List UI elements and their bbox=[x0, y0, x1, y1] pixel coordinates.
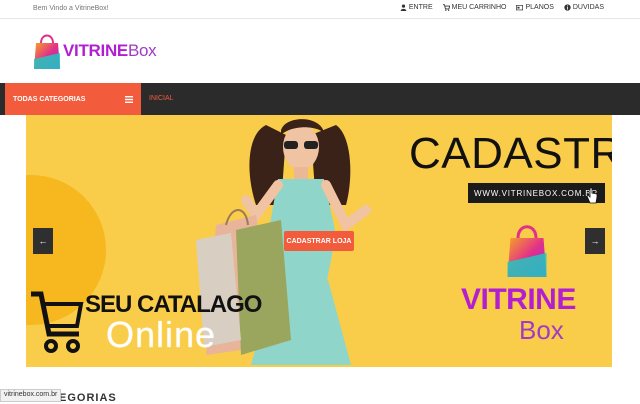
section-title-peek: EGORIAS bbox=[59, 392, 117, 404]
plans-link[interactable]: PLANOS bbox=[516, 4, 554, 11]
cart-link[interactable]: MEU CARRINHO bbox=[442, 4, 506, 11]
welcome-text: Bem Vindo a VitrineBox! bbox=[33, 5, 109, 12]
login-link[interactable]: ENTRE bbox=[400, 4, 433, 11]
card-icon bbox=[516, 5, 524, 11]
all-categories-button[interactable]: TODAS CATEGORIAS bbox=[5, 83, 141, 115]
banner-headline: CADASTRE bbox=[409, 129, 612, 178]
top-nav: ENTRE MEU CARRINHO PLANOS DUVIDAS bbox=[400, 4, 604, 11]
carousel-next-button[interactable]: → bbox=[585, 228, 605, 254]
register-store-button[interactable]: CADASTRAR LOJA bbox=[284, 231, 354, 251]
status-bar-url: vitrinebox.com.br bbox=[0, 389, 62, 402]
help-link[interactable]: DUVIDAS bbox=[564, 4, 604, 11]
shopping-cart-icon bbox=[31, 291, 84, 353]
main-navbar: TODAS CATEGORIAS INICIAL bbox=[0, 83, 640, 115]
user-icon bbox=[400, 4, 407, 11]
hand-pointer-icon bbox=[586, 187, 598, 204]
carousel-prev-button[interactable]: ← bbox=[33, 228, 53, 254]
shopping-bag-logo-icon bbox=[34, 34, 60, 69]
info-icon bbox=[564, 4, 571, 11]
home-link[interactable]: INICIAL bbox=[149, 95, 174, 102]
banner-brand-logo: VITRINE Box bbox=[461, 215, 581, 355]
hero-banner: CADASTRE WWW.VITRINEBOX.COM.BR CADASTRAR… bbox=[26, 115, 612, 367]
shopping-bag-logo-icon bbox=[507, 225, 547, 277]
banner-url-box: WWW.VITRINEBOX.COM.BR bbox=[468, 183, 605, 203]
site-logo[interactable]: VITRINEBox bbox=[33, 28, 157, 74]
list-menu-icon bbox=[125, 95, 133, 103]
catalog-text-line2: Online bbox=[106, 314, 217, 355]
logo-text: VITRINEBox bbox=[63, 41, 157, 60]
cart-icon bbox=[442, 4, 450, 11]
top-bar: Bem Vindo a VitrineBox! ENTRE MEU CARRIN… bbox=[0, 0, 640, 19]
